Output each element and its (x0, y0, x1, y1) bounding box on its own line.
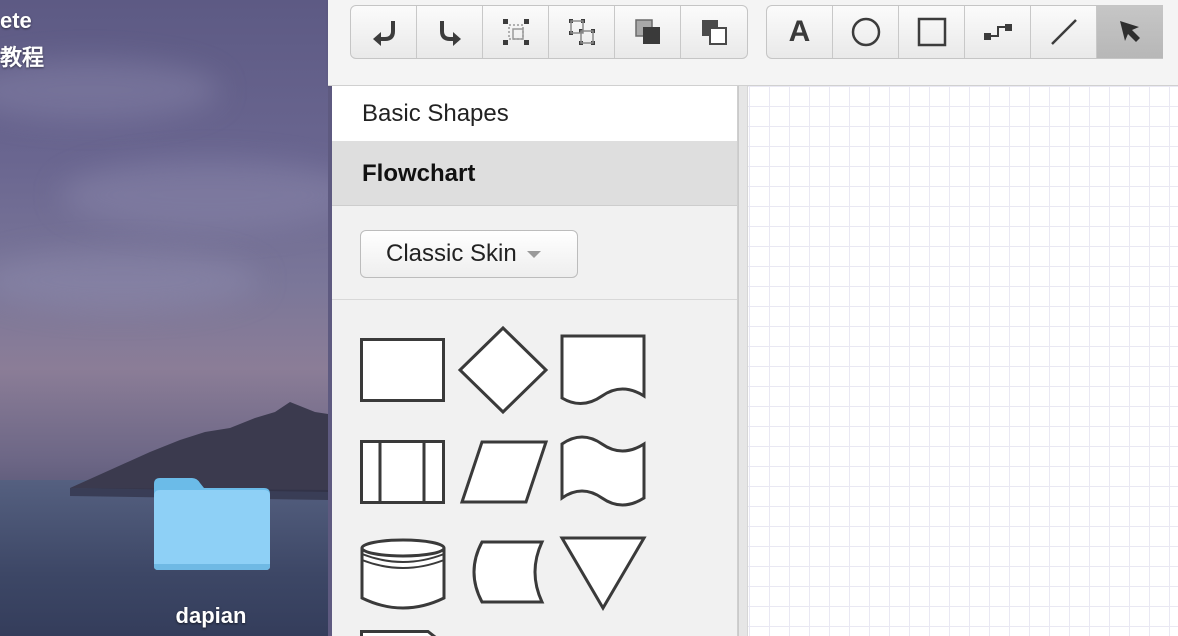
ellipse-tool-button[interactable] (833, 6, 899, 58)
section-flowchart[interactable]: Flowchart (332, 142, 737, 206)
folder-icon[interactable] (152, 476, 272, 572)
shape-library-sidebar: Basic Shapes Flowchart Classic Skin (332, 86, 738, 636)
desktop-text-line2: 教程 (0, 45, 45, 70)
send-to-back-icon (702, 20, 727, 45)
line-tool-button[interactable] (1031, 6, 1097, 58)
database-shape-icon[interactable] (360, 536, 446, 617)
edit-button-group (350, 5, 748, 59)
group-icon (502, 19, 529, 45)
punched-tape-shape-icon[interactable] (560, 434, 646, 515)
predefined-process-shape-icon[interactable] (360, 440, 446, 509)
document-shape-icon[interactable] (560, 334, 646, 415)
ellipse-icon (851, 17, 880, 47)
send-to-back-button[interactable] (681, 6, 747, 58)
flowchart-shapes-palette (332, 300, 738, 636)
skin-select[interactable]: Classic Skin (360, 230, 578, 278)
skin-selector-area: Classic Skin (332, 206, 737, 300)
group-button[interactable] (483, 6, 549, 58)
bring-to-front-icon (634, 19, 660, 44)
pointer-icon (1120, 21, 1140, 42)
rectangle-tool-button[interactable] (899, 6, 965, 58)
folder-label[interactable]: dapian (150, 603, 272, 629)
line-icon (1050, 19, 1077, 45)
text-tool-button[interactable]: A (767, 6, 833, 58)
connector-icon (983, 24, 1012, 40)
rectangle-icon (917, 17, 946, 47)
ungroup-icon (568, 19, 595, 45)
merge-shape-icon[interactable] (559, 536, 647, 617)
text-icon: A (788, 15, 811, 48)
shape-partial[interactable] (360, 630, 446, 636)
redo-icon (439, 21, 461, 46)
undo-icon (372, 21, 395, 46)
undo-button[interactable] (351, 6, 417, 58)
section-basic-shapes[interactable]: Basic Shapes (332, 86, 737, 142)
decision-shape-icon[interactable] (457, 325, 549, 419)
skin-select-value: Classic Skin (386, 240, 517, 267)
toolbar: A (328, 0, 1178, 86)
ungroup-button[interactable] (549, 6, 615, 58)
pointer-tool-button[interactable] (1097, 6, 1163, 58)
bring-to-front-button[interactable] (615, 6, 681, 58)
chevron-down-icon (526, 250, 541, 258)
desktop-background: ete 教程 dapian (0, 0, 328, 636)
drawing-canvas[interactable] (748, 86, 1178, 636)
process-shape-icon[interactable] (360, 338, 446, 407)
draw-button-group: A (766, 5, 1163, 59)
connector-tool-button[interactable] (965, 6, 1031, 58)
sidebar-splitter[interactable] (738, 86, 748, 636)
redo-button[interactable] (417, 6, 483, 58)
desktop-text-line1: ete (0, 8, 32, 33)
stored-data-shape-icon[interactable] (464, 540, 545, 613)
data-shape-icon[interactable] (459, 440, 549, 509)
